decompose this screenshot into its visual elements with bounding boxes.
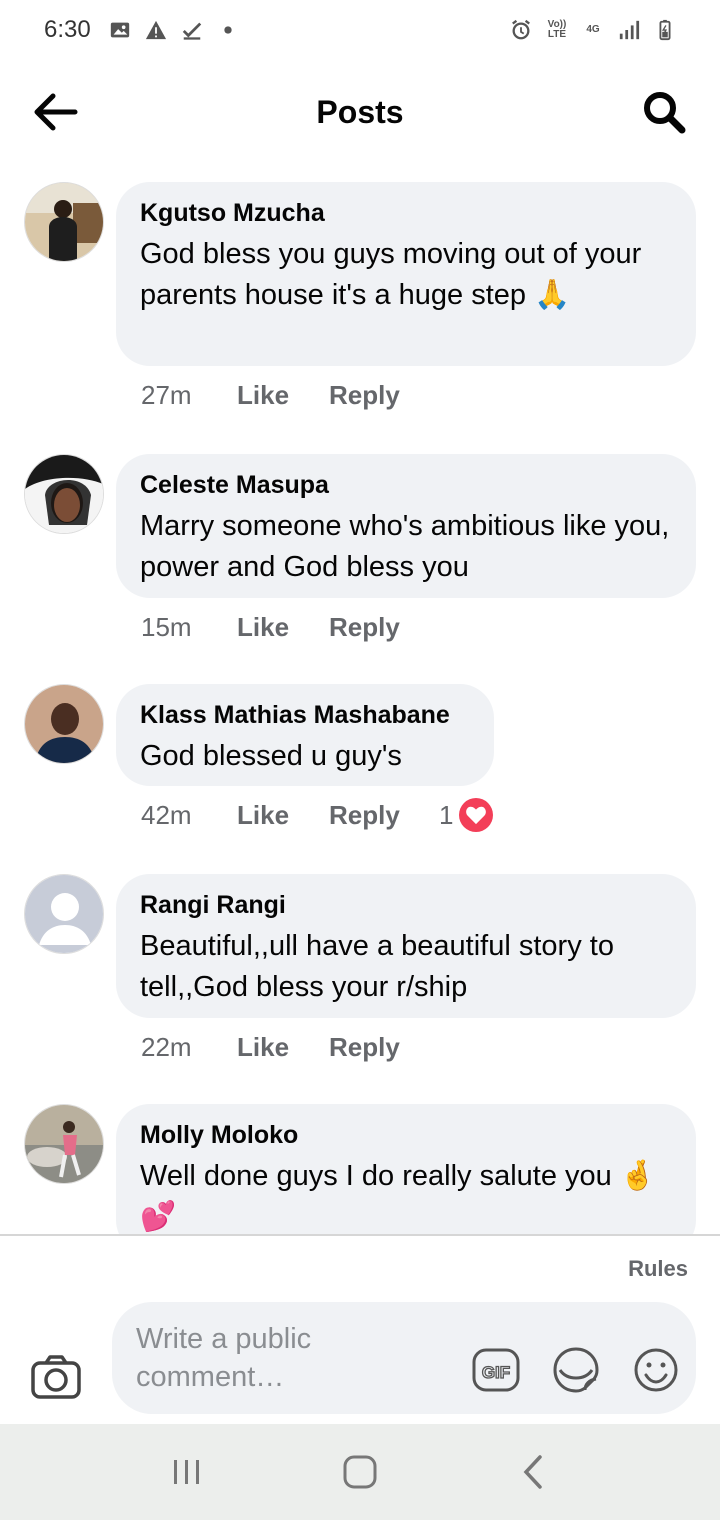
comment-author[interactable]: Molly Moloko xyxy=(140,1120,672,1150)
warning-icon xyxy=(145,19,167,41)
comment-time: 22m xyxy=(141,1032,192,1062)
signal-icon xyxy=(618,19,640,41)
search-icon xyxy=(644,92,686,134)
status-right-icons: Vo)) LTE 4G xyxy=(510,19,676,41)
heart-icon xyxy=(459,798,494,832)
avatar[interactable] xyxy=(24,874,104,954)
like-button[interactable]: Like xyxy=(237,612,329,643)
app-header: Posts xyxy=(0,70,720,154)
comment-text: Beautiful,,ull have a beautiful story to… xyxy=(140,930,614,1003)
comment-author[interactable]: Rangi Rangi xyxy=(140,890,672,920)
reaction-summary[interactable]: 1 xyxy=(439,798,494,832)
avatar[interactable] xyxy=(24,1104,104,1184)
gif-icon: GIF xyxy=(472,1348,520,1392)
comment-time: 15m xyxy=(141,612,192,642)
home-button[interactable] xyxy=(330,1442,390,1502)
4g-icon: 4G xyxy=(586,24,600,35)
recents-button[interactable] xyxy=(157,1442,217,1502)
download-done-icon xyxy=(181,19,203,41)
dot-icon xyxy=(217,19,239,41)
comment-text: Well done guys I do really salute you 🤞💕 xyxy=(140,1160,656,1233)
status-left-icons xyxy=(109,19,239,41)
reply-button[interactable]: Reply xyxy=(329,612,439,643)
comment-input-placeholder-line2: comment… xyxy=(136,1361,285,1393)
like-button[interactable]: Like xyxy=(237,1032,329,1063)
back-button[interactable] xyxy=(30,88,82,136)
search-button[interactable] xyxy=(638,88,690,136)
camera-icon xyxy=(31,1355,81,1399)
comment-text: God bless you guys moving out of your pa… xyxy=(140,238,642,311)
emoji-button[interactable] xyxy=(632,1346,680,1394)
avatar[interactable] xyxy=(24,454,104,534)
comment-author[interactable]: Celeste Masupa xyxy=(140,470,672,500)
back-icon xyxy=(523,1455,543,1489)
comment-bubble[interactable]: Celeste Masupa Marry someone who's ambit… xyxy=(116,454,696,598)
reply-button[interactable]: Reply xyxy=(329,380,439,411)
comment-text: God blessed u guy's xyxy=(140,740,402,772)
sticker-button[interactable] xyxy=(552,1346,600,1394)
page-title: Posts xyxy=(316,93,404,130)
arrow-left-icon xyxy=(34,93,78,131)
recents-icon xyxy=(173,1460,199,1484)
comment-author[interactable]: Kgutso Mzucha xyxy=(140,198,672,228)
sticker-icon xyxy=(553,1347,599,1393)
image-icon xyxy=(109,19,131,41)
comment-actions: 22m Like Reply xyxy=(141,1032,439,1063)
avatar[interactable] xyxy=(24,182,104,262)
comment-text: Marry someone who's ambitious like you, … xyxy=(140,510,670,583)
gif-label: GIF xyxy=(482,1363,510,1382)
comment-actions: 27m Like Reply xyxy=(141,380,439,411)
comment-input-placeholder-line1: Write a public xyxy=(136,1323,312,1355)
comment-input-container[interactable]: Write a public comment… GIF xyxy=(112,1302,696,1414)
comment-input[interactable]: Write a public comment… xyxy=(136,1320,436,1396)
like-button[interactable]: Like xyxy=(237,800,329,831)
volte-icon: Vo)) LTE xyxy=(547,19,567,40)
comment-composer: Rules Write a public comment… GIF xyxy=(0,1234,720,1424)
comment-bubble[interactable]: Rangi Rangi Beautiful,,ull have a beauti… xyxy=(116,874,696,1018)
comment-bubble[interactable]: Kgutso Mzucha God bless you guys moving … xyxy=(116,182,696,366)
status-time: 6:30 xyxy=(44,16,91,43)
system-nav-bar xyxy=(0,1424,720,1520)
comment-time: 27m xyxy=(141,380,192,410)
alarm-icon xyxy=(510,19,532,41)
comment-actions: 15m Like Reply xyxy=(141,612,439,643)
reply-button[interactable]: Reply xyxy=(329,1032,439,1063)
comment-time: 42m xyxy=(141,799,192,830)
gif-button[interactable]: GIF xyxy=(472,1346,520,1394)
reply-button[interactable]: Reply xyxy=(329,800,439,831)
status-bar: 6:30 Vo)) LTE 4G xyxy=(0,0,720,60)
rules-link[interactable]: Rules xyxy=(628,1256,688,1282)
comment-bubble[interactable]: Molly Moloko Well done guys I do really … xyxy=(116,1104,696,1234)
camera-button[interactable] xyxy=(30,1354,82,1400)
battery-icon xyxy=(654,19,676,41)
like-button[interactable]: Like xyxy=(237,380,329,411)
nav-back-button[interactable] xyxy=(503,1442,563,1502)
comment-author[interactable]: Klass Mathias Mashabane xyxy=(140,700,470,730)
reaction-count: 1 xyxy=(439,799,454,830)
comment-bubble[interactable]: Klass Mathias Mashabane God blessed u gu… xyxy=(116,684,494,786)
emoji-icon xyxy=(634,1348,678,1392)
avatar[interactable] xyxy=(24,684,104,764)
comment-list: Kgutso Mzucha God bless you guys moving … xyxy=(0,182,720,1234)
home-icon xyxy=(343,1455,377,1489)
comment-actions: 42m Like Reply 1 xyxy=(141,798,494,832)
